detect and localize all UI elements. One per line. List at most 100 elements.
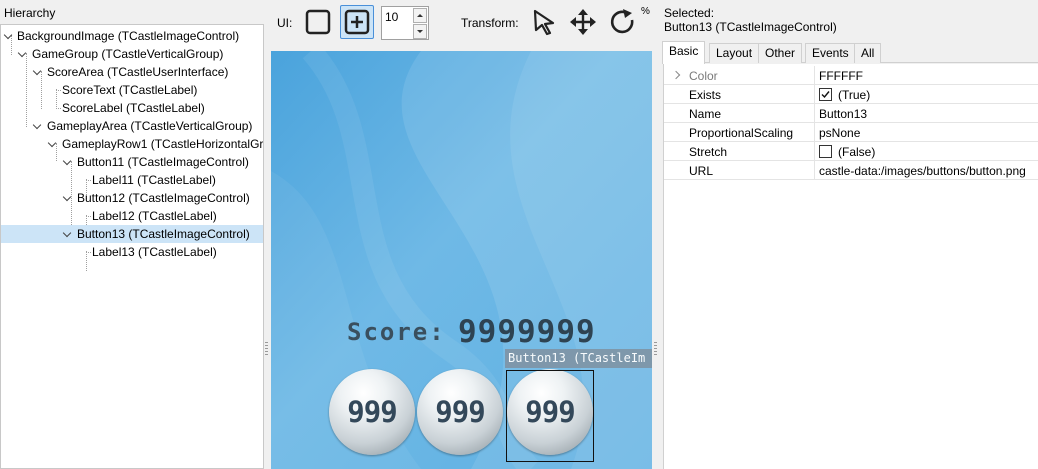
tree-item-gameplayrow1[interactable]: GameplayRow1 (TCastleHorizontalGro [1, 135, 263, 153]
move-icon [570, 9, 596, 35]
tree-item-gamegroup[interactable]: GameGroup (TCastleVerticalGroup) [1, 45, 263, 63]
select-arrow-icon [533, 9, 555, 36]
property-name: Stretch [689, 145, 728, 159]
property-row-name[interactable]: Name Button13 [664, 104, 1038, 123]
property-name: Exists [689, 88, 722, 102]
tree-item-gameplayarea[interactable]: GameplayArea (TCastleVerticalGroup) [1, 117, 263, 135]
tree-item-label: BackgroundImage (TCastleImageControl) [17, 29, 240, 43]
add-square-icon [344, 9, 370, 35]
selection-tag-text: Button13 (TCastleIm [508, 351, 646, 365]
property-row-color[interactable]: Color FFFFFF [664, 66, 1038, 85]
tree-item-label: Label11 (TCastleLabel) [92, 173, 216, 187]
selection-box[interactable] [506, 370, 594, 462]
rotate-icon [610, 9, 634, 34]
tree-item-button12[interactable]: Button12 (TCastleImageControl) [1, 189, 263, 207]
expand-chevron-icon[interactable] [63, 230, 71, 238]
design-viewport[interactable]: Score: 9999999 999 999 999 Button13 (TCa… [271, 51, 652, 469]
spin-down-button[interactable] [413, 24, 427, 39]
expand-chevron-icon[interactable] [33, 122, 41, 130]
snap-value[interactable]: 10 [385, 10, 398, 24]
splitter-grip-left[interactable] [265, 342, 268, 356]
tree-item-button13[interactable]: Button13 (TCastleImageControl) [1, 225, 263, 243]
column-divider [814, 142, 815, 161]
exists-checkbox[interactable] [819, 88, 832, 101]
add-ui-control-button[interactable] [340, 5, 374, 39]
add-ui-rect-button[interactable] [301, 5, 335, 39]
move-mode-button[interactable] [566, 5, 600, 39]
tree-item-label: GameplayArea (TCastleVerticalGroup) [47, 119, 253, 133]
column-divider [814, 161, 815, 180]
game-button-label: 999 [435, 395, 485, 429]
tree-item-label11[interactable]: Label11 (TCastleLabel) [1, 171, 263, 189]
property-value[interactable]: Button13 [819, 107, 867, 121]
transform-label: Transform: [461, 16, 519, 30]
game-button-11[interactable]: 999 [329, 369, 415, 455]
expand-chevron-icon[interactable] [48, 140, 56, 148]
expand-chevron-icon[interactable] [671, 70, 681, 80]
tree-item-label: ScoreLabel (TCastleLabel) [62, 101, 205, 115]
checkmark-icon [821, 91, 830, 99]
tree-item-label: Button13 (TCastleImageControl) [77, 227, 250, 241]
property-name: URL [689, 164, 714, 178]
hierarchy-title: Hierarchy [4, 6, 56, 20]
hierarchy-panel: Hierarchy BackgroundImage (TCastleImageC… [0, 0, 264, 469]
property-value[interactable]: psNone [819, 126, 860, 140]
score-label[interactable]: 9999999 [458, 314, 596, 350]
property-row-exists[interactable]: Exists (True) [664, 85, 1038, 104]
expand-chevron-icon[interactable] [63, 194, 71, 202]
property-name: Name [689, 107, 722, 121]
property-value: (False) [838, 145, 876, 159]
tab-other[interactable]: Other [758, 43, 803, 63]
scale-percent-fragment: % [641, 6, 650, 17]
inspector-tabs: Basic Layout Other Events All [662, 41, 1038, 64]
property-row-proportionalscaling[interactable]: ProportionalScaling psNone [664, 123, 1038, 142]
tree-item-backgroundimage[interactable]: BackgroundImage (TCastleImageControl) [1, 27, 263, 45]
property-value[interactable]: FFFFFF [819, 69, 863, 83]
tree-item-label: Button11 (TCastleImageControl) [77, 155, 249, 169]
expand-chevron-icon[interactable] [33, 68, 41, 76]
expand-chevron-icon[interactable] [4, 32, 12, 40]
tab-all[interactable]: All [854, 43, 882, 63]
splitter-grip-right[interactable] [654, 342, 657, 356]
tree-item-button11[interactable]: Button11 (TCastleImageControl) [1, 153, 263, 171]
tree-item-scoretext[interactable]: ScoreText (TCastleLabel) [1, 81, 263, 99]
property-grid: Color FFFFFF Exists (True) Name Button13… [663, 64, 1038, 469]
tree-item-label: Button12 (TCastleImageControl) [77, 191, 250, 205]
tree-item-label13[interactable]: Label13 (TCastleLabel) [1, 243, 263, 261]
inspector-panel: Selected: Button13 (TCastleImageControl)… [660, 0, 1038, 469]
score-text[interactable]: Score: [347, 318, 446, 346]
tree-item-label: ScoreText (TCastleLabel) [62, 83, 198, 97]
game-button-label: 999 [347, 395, 397, 429]
snap-spin-edit[interactable]: 10 [381, 6, 429, 40]
tree-item-label12[interactable]: Label12 (TCastleLabel) [1, 207, 263, 225]
spin-up-button[interactable] [413, 8, 427, 23]
square-icon [305, 9, 331, 35]
tree-item-scorelabel[interactable]: ScoreLabel (TCastleLabel) [1, 99, 263, 117]
selected-caption: Selected: [664, 6, 715, 20]
column-divider [814, 66, 815, 85]
property-name: Color [689, 69, 718, 83]
stretch-checkbox[interactable] [819, 145, 832, 158]
rotate-mode-button[interactable] [606, 5, 640, 39]
expand-chevron-icon[interactable] [63, 158, 71, 166]
property-row-url[interactable]: URL castle-data:/images/buttons/button.p… [664, 161, 1038, 180]
tree-item-label: ScoreArea (TCastleUserInterface) [47, 65, 229, 79]
property-row-stretch[interactable]: Stretch (False) [664, 142, 1038, 161]
property-value[interactable]: castle-data:/images/buttons/button.png [819, 164, 1026, 178]
tab-basic[interactable]: Basic [662, 41, 706, 64]
property-value: (True) [838, 88, 871, 102]
expand-chevron-icon[interactable] [18, 50, 26, 58]
selection-tag: Button13 (TCastleIm [505, 349, 652, 368]
hierarchy-tree[interactable]: BackgroundImage (TCastleImageControl) Ga… [0, 24, 264, 469]
ui-label: UI: [277, 16, 293, 30]
tree-item-label: Label12 (TCastleLabel) [92, 209, 217, 223]
select-mode-button[interactable] [527, 5, 561, 39]
tree-item-label: GameplayRow1 (TCastleHorizontalGro [62, 137, 264, 151]
tab-events[interactable]: Events [805, 43, 856, 63]
tree-item-scorearea[interactable]: ScoreArea (TCastleUserInterface) [1, 63, 263, 81]
tree-item-label: Label13 (TCastleLabel) [92, 245, 217, 259]
column-divider [814, 85, 815, 104]
column-divider [814, 123, 815, 142]
tab-layout[interactable]: Layout [709, 43, 760, 63]
game-button-12[interactable]: 999 [417, 369, 503, 455]
